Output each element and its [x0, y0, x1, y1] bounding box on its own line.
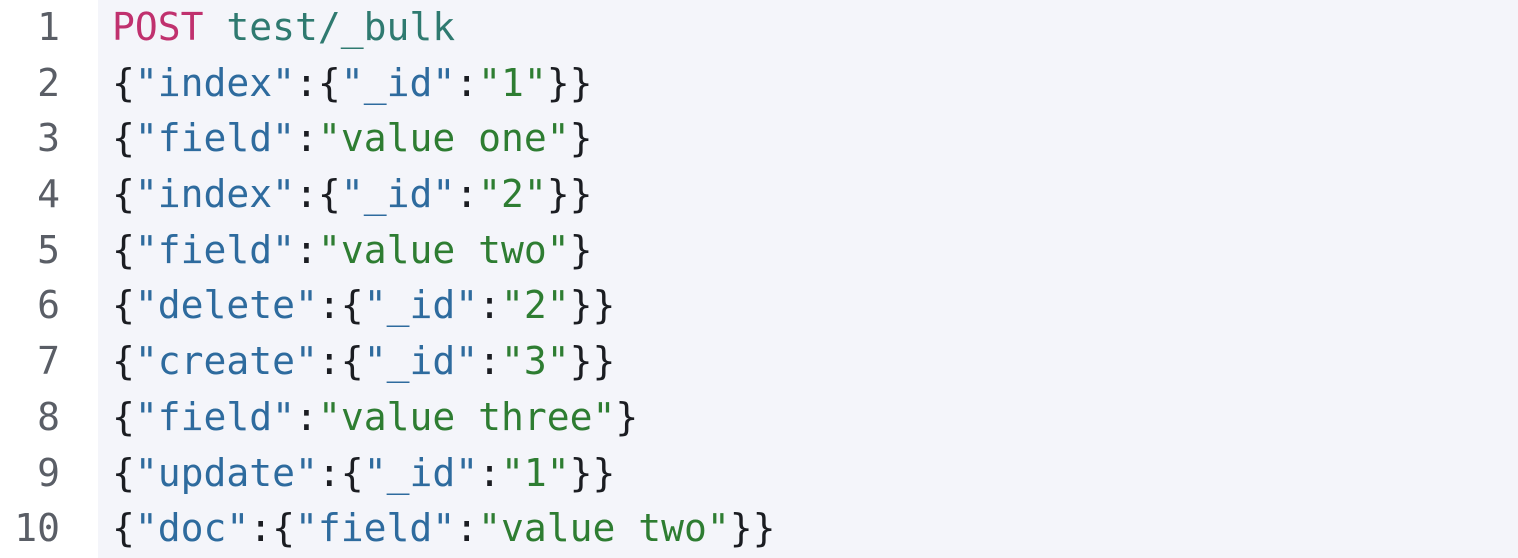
code-line[interactable]: {"update":{"_id":"1"}}	[112, 446, 1518, 502]
code-token-punct: :{	[295, 60, 341, 105]
code-line[interactable]: {"delete":{"_id":"2"}}	[112, 278, 1518, 334]
code-token-punct: }}	[569, 450, 616, 495]
code-token-punct: {	[112, 450, 135, 495]
code-line[interactable]: {"field":"value three"}	[112, 390, 1518, 446]
code-token-punct: }	[569, 116, 593, 161]
code-token-punct: }}	[569, 339, 616, 384]
line-number: 7	[37, 339, 60, 384]
code-token-punct: {	[112, 60, 135, 105]
code-token-str: "value two"	[317, 227, 570, 272]
code-line[interactable]: POST test/_bulk	[112, 0, 1518, 56]
code-token-punct: }}	[729, 506, 776, 551]
code-token-key: "create"	[134, 339, 318, 384]
code-token-punct: :{	[317, 450, 364, 495]
line-number: 6	[37, 283, 60, 328]
code-token-punct: }	[615, 394, 639, 439]
line-number: 8	[37, 394, 60, 439]
line-number: 10	[14, 506, 60, 551]
code-token-method: POST	[112, 5, 204, 49]
code-token-punct: :	[295, 116, 318, 161]
code-token-str: "2"	[478, 172, 547, 217]
code-token-punct: :	[295, 394, 318, 439]
code-token-punct: }}	[546, 172, 593, 217]
line-number: 3	[37, 116, 60, 161]
code-line[interactable]: {"index":{"_id":"2"}}	[112, 167, 1518, 223]
code-token-path: test/_bulk	[226, 5, 456, 49]
code-token-punct: :{	[317, 339, 364, 384]
code-token-punct: {	[112, 172, 135, 217]
code-line[interactable]: {"create":{"_id":"3"}}	[112, 334, 1518, 390]
line-number: 9	[37, 450, 60, 495]
code-token-key: "field"	[295, 506, 456, 551]
code-token-punct: :	[478, 283, 501, 328]
code-token-key: "doc"	[134, 506, 250, 551]
code-token-punct: :	[455, 172, 479, 217]
code-token-punct: {	[112, 283, 135, 328]
code-line[interactable]: {"doc":{"field":"value two"}}	[112, 501, 1518, 557]
code-token-key: "update"	[134, 450, 318, 495]
code-token-punct: :	[295, 227, 318, 272]
code-token-punct: :{	[295, 172, 341, 217]
line-number: 2	[37, 60, 60, 105]
code-token-punct: {	[112, 506, 135, 551]
code-token-str: "value three"	[317, 394, 616, 439]
code-token-key: "field"	[134, 394, 296, 439]
code-token-str: "2"	[500, 283, 570, 328]
code-line[interactable]: {"field":"value two"}	[112, 223, 1518, 279]
code-line[interactable]: {"index":{"_id":"1"}}	[112, 56, 1518, 112]
code-token-punct: {	[112, 116, 135, 161]
code-token-punct: :{	[317, 283, 364, 328]
code-token-key: "index"	[134, 172, 296, 217]
code-token-punct: :{	[249, 506, 296, 551]
line-number: 5	[37, 227, 60, 272]
code-token-key: "_id"	[363, 450, 479, 495]
code-token-punct: }}	[569, 283, 616, 328]
code-token-key: "field"	[134, 227, 296, 272]
code-token-str: "3"	[500, 339, 570, 384]
code-token-key: "_id"	[363, 339, 479, 384]
line-number: 4	[37, 172, 60, 217]
code-line[interactable]: {"field":"value one"}	[112, 111, 1518, 167]
code-token-punct	[204, 5, 227, 49]
code-token-key: "index"	[134, 60, 296, 105]
code-token-punct: :	[455, 60, 479, 105]
code-token-str: "value one"	[317, 116, 570, 161]
code-token-key: "_id"	[340, 60, 456, 105]
code-token-key: "delete"	[134, 283, 318, 328]
code-token-str: "1"	[478, 60, 547, 105]
line-number-gutter: 1 2 3 4 5 6 7 8 9 10	[0, 0, 98, 558]
code-token-punct: :	[478, 339, 501, 384]
code-token-punct: }	[569, 227, 593, 272]
code-token-punct: {	[112, 339, 135, 384]
code-token-punct: {	[112, 394, 135, 439]
code-token-punct: :	[455, 506, 479, 551]
code-token-punct: }}	[546, 60, 593, 105]
code-token-str: "1"	[500, 450, 570, 495]
code-token-punct: {	[112, 227, 135, 272]
code-token-key: "field"	[134, 116, 296, 161]
code-token-key: "_id"	[340, 172, 456, 217]
code-token-key: "_id"	[363, 283, 479, 328]
code-editor[interactable]: 1 2 3 4 5 6 7 8 9 10 POST test/_bulk {"index":{"_i…	[0, 0, 1518, 558]
code-token-punct: :	[478, 450, 501, 495]
line-number: 1	[37, 5, 60, 49]
code-token-str: "value two"	[478, 506, 730, 551]
code-area[interactable]: POST test/_bulk {"index":{"_id":"1"}} {"fi…	[98, 0, 1518, 558]
